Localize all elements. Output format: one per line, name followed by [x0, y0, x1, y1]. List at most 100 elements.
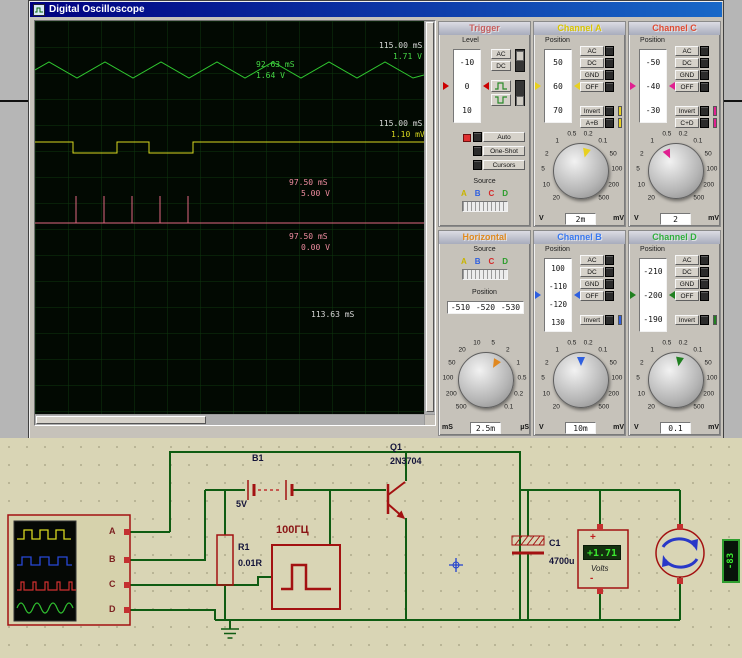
position-arrow-left[interactable]: [535, 82, 541, 90]
timebase-knob[interactable]: 5002001005020105210.50.20.1 mS 2.5m µS: [439, 337, 532, 436]
toggle-indicator[interactable]: [700, 279, 709, 289]
position-arrow-left[interactable]: [535, 291, 541, 299]
channel-a-sum-button[interactable]: A+B: [580, 118, 604, 128]
channel-a-ac-button[interactable]: AC: [580, 46, 604, 56]
channel-c-position-slider[interactable]: -50 -40 -30: [639, 49, 667, 123]
oscilloscope-window: Digital Oscilloscope 115.00 mS 1.71 V 92…: [28, 0, 724, 440]
toggle-indicator[interactable]: [605, 255, 614, 265]
scope-pin-label: B: [109, 554, 116, 564]
channel-a-position-slider[interactable]: 50 60 70: [544, 49, 572, 123]
toggle-indicator[interactable]: [473, 160, 482, 170]
level-arrow-right[interactable]: [483, 82, 489, 90]
channel-c-ac-button[interactable]: AC: [675, 46, 699, 56]
toggle-indicator[interactable]: [605, 267, 614, 277]
toggle-indicator[interactable]: [700, 255, 709, 265]
toggle-indicator[interactable]: [700, 291, 709, 301]
falling-edge-icon[interactable]: [491, 94, 511, 106]
channel-a-gain-knob[interactable]: 20105210.50.20.150100200500 V 2m mV: [534, 128, 627, 227]
toggle-indicator[interactable]: [473, 132, 482, 142]
toggle-indicator[interactable]: [605, 82, 614, 92]
toggle-indicator[interactable]: [605, 46, 614, 56]
position-arrow-left[interactable]: [630, 291, 636, 299]
channel-a-gnd-button[interactable]: GND: [580, 70, 604, 80]
trigger-edge-switch[interactable]: [515, 80, 525, 106]
channel-c-sum-button[interactable]: C+D: [675, 118, 699, 128]
level-arrow-left[interactable]: [443, 82, 449, 90]
position-arrow-left[interactable]: [630, 82, 636, 90]
channel-d-ac-button[interactable]: AC: [675, 255, 699, 265]
cursors-button[interactable]: Cursors: [483, 160, 525, 170]
channel-d-position-slider[interactable]: -210 -200 -190: [639, 258, 667, 332]
channel-b-dc-button[interactable]: DC: [580, 267, 604, 277]
source-label: Source: [439, 178, 530, 185]
scope-canvas[interactable]: 115.00 mS 1.71 V 92.63 mS 1.64 V 115.00 …: [35, 21, 424, 414]
motor-component[interactable]: [656, 524, 704, 584]
auto-button[interactable]: Auto: [483, 132, 525, 142]
trigger-ac-button[interactable]: AC: [491, 49, 511, 59]
transistor-component[interactable]: [388, 482, 405, 519]
channel-d-gain-knob[interactable]: 20105210.50.20.150100200500 V 0.1 mV: [629, 337, 722, 436]
channel-a-invert-button[interactable]: Invert: [580, 106, 604, 116]
channel-d-off-button[interactable]: OFF: [675, 291, 699, 301]
schematic-sheet[interactable]: A B C D B1 5V Q1 2N3704 R1 0.01R 100ГЦ C…: [0, 438, 742, 658]
resistor-component[interactable]: [217, 535, 233, 585]
toggle-indicator[interactable]: [700, 70, 709, 80]
channel-d-dc-button[interactable]: DC: [675, 267, 699, 277]
channel-d-gnd-button[interactable]: GND: [675, 279, 699, 289]
channel-b-title: Channel B: [534, 231, 625, 244]
channel-b-panel: Channel B Position 100 -110 -120 130 AC …: [533, 230, 626, 436]
trigger-dc-button[interactable]: DC: [491, 61, 511, 71]
channel-d-invert-button[interactable]: Invert: [675, 315, 699, 325]
channel-c-dc-button[interactable]: DC: [675, 58, 699, 68]
battery-component[interactable]: [248, 480, 292, 500]
knob-pointer-icon: [577, 357, 585, 366]
toggle-indicator[interactable]: [700, 106, 709, 116]
toggle-indicator[interactable]: [605, 315, 614, 325]
toggle-indicator[interactable]: [700, 46, 709, 56]
horizontal-source-slider[interactable]: [462, 269, 508, 280]
channel-c-off-button[interactable]: OFF: [675, 82, 699, 92]
toggle-indicator[interactable]: [700, 118, 709, 128]
display-vertical-scrollbar[interactable]: [425, 21, 435, 414]
toggle-indicator[interactable]: [605, 106, 614, 116]
window-titlebar[interactable]: Digital Oscilloscope: [30, 2, 722, 17]
toggle-indicator[interactable]: [605, 58, 614, 68]
generator-component[interactable]: [272, 545, 340, 609]
channel-b-gain-knob[interactable]: 20105210.50.20.150100200500 V 10m mV: [534, 337, 627, 436]
side-meter[interactable]: -83: [722, 539, 740, 583]
horizontal-position-slider[interactable]: -510 -520 -530: [447, 301, 524, 314]
toggle-indicator[interactable]: [605, 291, 614, 301]
trigger-level-slider[interactable]: -10 0 10: [453, 49, 481, 123]
position-label: Position: [439, 289, 530, 296]
toggle-indicator[interactable]: [700, 58, 709, 68]
rising-edge-icon[interactable]: [491, 80, 511, 92]
capacitor-component[interactable]: [512, 536, 544, 553]
channel-b-off-button[interactable]: OFF: [580, 291, 604, 301]
toggle-indicator[interactable]: [473, 146, 482, 156]
channel-c-gnd-button[interactable]: GND: [675, 70, 699, 80]
battery-ref: B1: [252, 453, 264, 463]
toggle-indicator[interactable]: [605, 118, 614, 128]
channel-c-invert-button[interactable]: Invert: [675, 106, 699, 116]
channel-c-gain-value: 2: [660, 213, 691, 225]
channel-b-position-slider[interactable]: 100 -110 -120 130: [544, 258, 572, 332]
channel-c-color-bar: [713, 106, 717, 116]
display-horizontal-scrollbar[interactable]: [35, 415, 424, 425]
one-shot-button[interactable]: One-Shot: [483, 146, 525, 156]
readout-value: 1.10 mV: [391, 130, 425, 139]
channel-b-gnd-button[interactable]: GND: [580, 279, 604, 289]
toggle-indicator[interactable]: [700, 82, 709, 92]
toggle-indicator[interactable]: [605, 279, 614, 289]
toggle-indicator[interactable]: [605, 70, 614, 80]
channel-c-gain-knob[interactable]: 20105210.50.20.150100200500 V 2 mV: [629, 128, 722, 227]
channel-b-ac-button[interactable]: AC: [580, 255, 604, 265]
channel-a-off-button[interactable]: OFF: [580, 82, 604, 92]
origin-crosshair-icon: [449, 558, 463, 572]
trigger-coupling-switch[interactable]: [515, 49, 525, 72]
toggle-indicator[interactable]: [700, 315, 709, 325]
timebase-value: 2.5m: [470, 422, 501, 434]
channel-b-invert-button[interactable]: Invert: [580, 315, 604, 325]
trigger-source-slider[interactable]: [462, 201, 508, 212]
channel-a-dc-button[interactable]: DC: [580, 58, 604, 68]
toggle-indicator[interactable]: [700, 267, 709, 277]
